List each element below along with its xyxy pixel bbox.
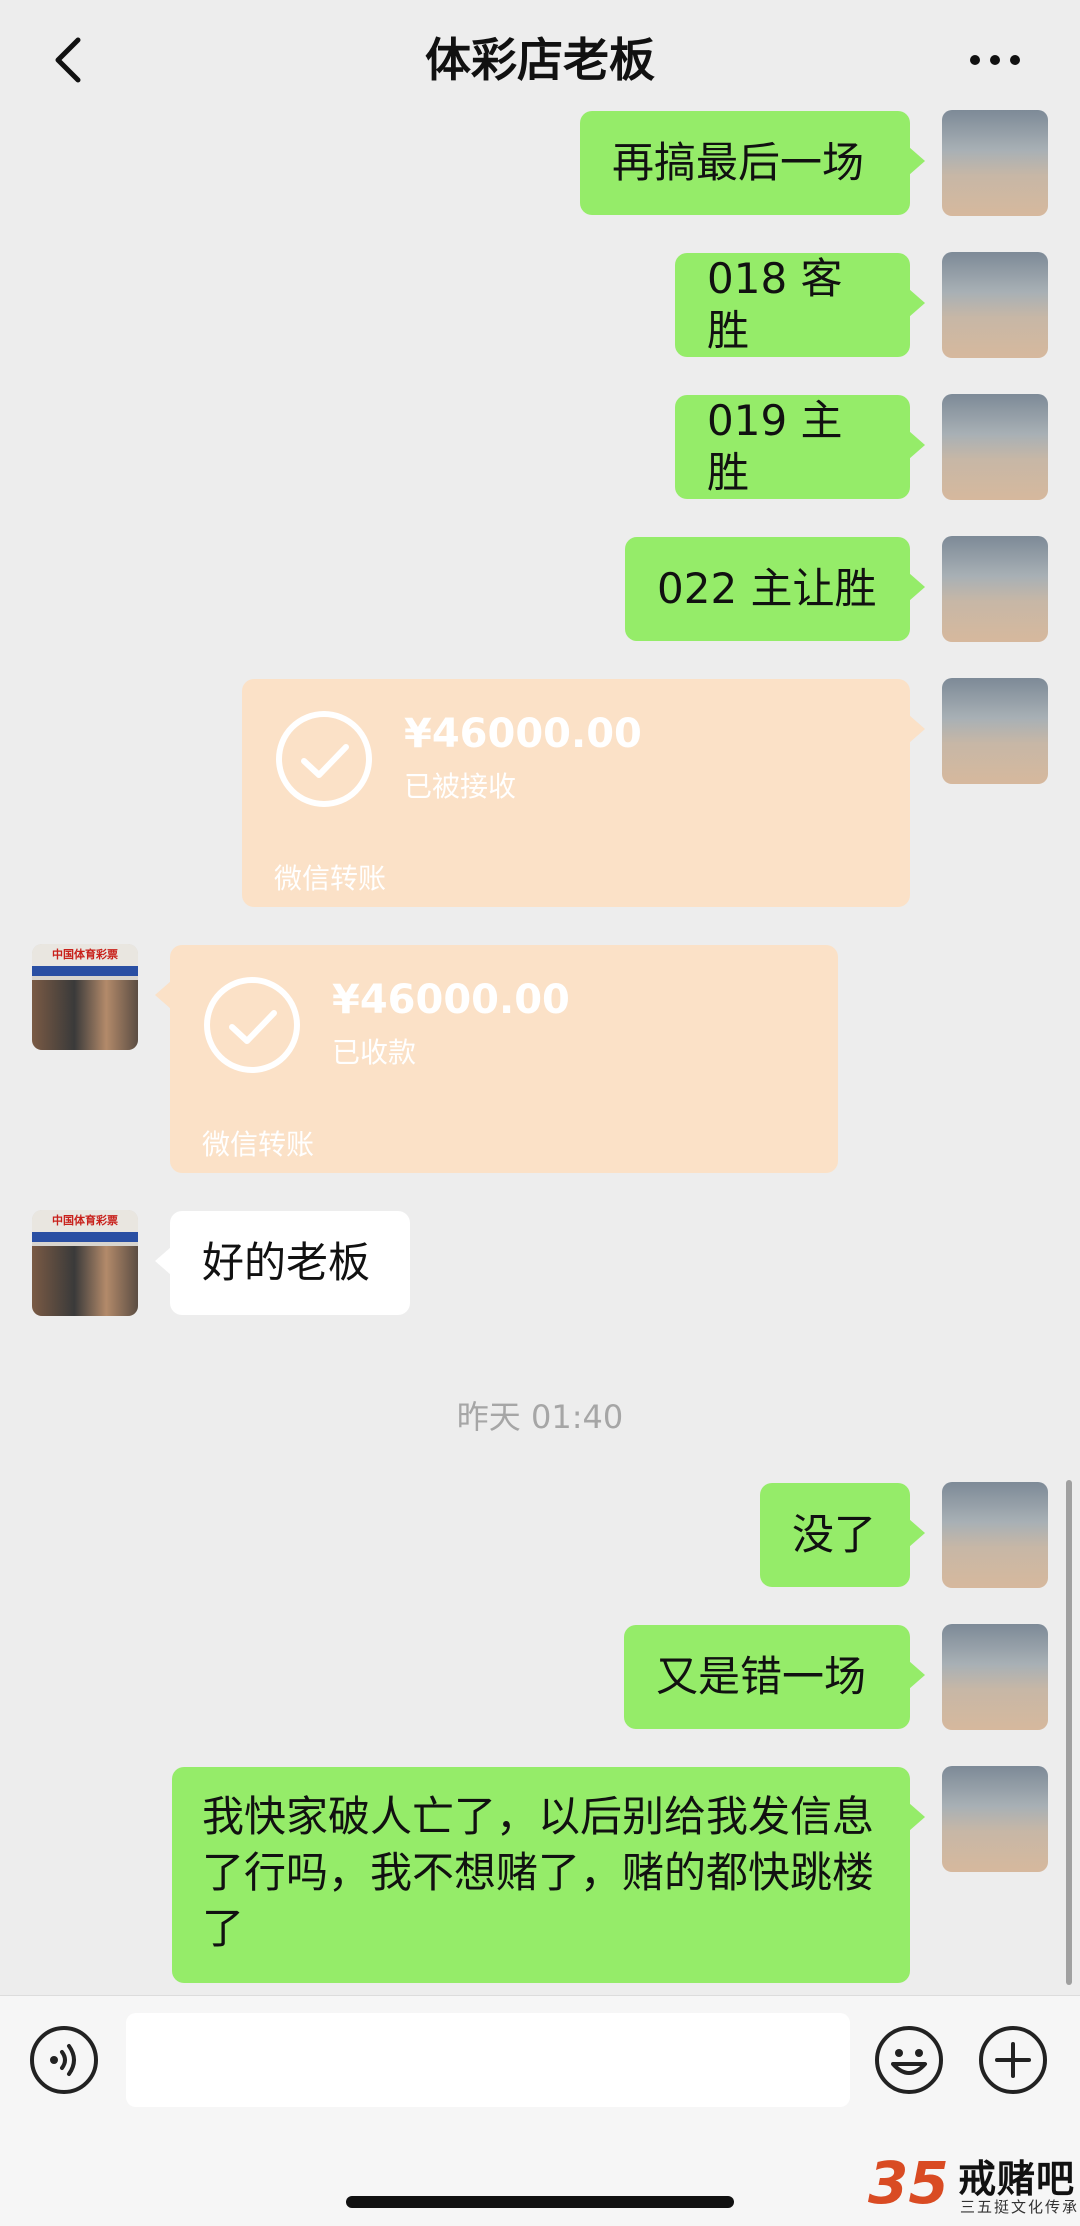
message-text: 又是错一场 — [656, 1652, 867, 1701]
storefront-banner — [32, 966, 138, 976]
contact-avatar[interactable]: 中国体育彩票 — [32, 944, 138, 1050]
message-bubble[interactable]: 019 主胜 — [675, 395, 925, 499]
lottery-sign-text: 中国体育彩票 — [32, 944, 138, 966]
message-input[interactable] — [126, 2013, 850, 2107]
message-text: 好的老板 — [202, 1238, 371, 1287]
emoji-icon[interactable] — [873, 2024, 945, 2096]
transfer-status: 已收款 — [332, 1036, 417, 1069]
message-bubble[interactable]: 好的老板 — [155, 1211, 410, 1315]
my-avatar[interactable] — [942, 1624, 1048, 1730]
my-avatar[interactable] — [942, 110, 1048, 216]
message-text: 022 主让胜 — [657, 564, 877, 613]
message-bubble[interactable]: 又是错一场 — [624, 1625, 925, 1729]
voice-input-icon[interactable] — [28, 2024, 100, 2096]
message-text: 我快家破人亡了，以后别给我发信息了行吗，我不想赌了，赌的都快跳楼了 — [202, 1792, 875, 1953]
my-avatar[interactable] — [942, 252, 1048, 358]
transfer-amount: ¥46000.00 — [332, 977, 570, 1023]
my-avatar[interactable] — [942, 1482, 1048, 1588]
watermark-subtitle: 三五挺文化传承 — [960, 2198, 1080, 2216]
message-bubble[interactable]: 没了 — [760, 1483, 925, 1587]
my-avatar[interactable] — [942, 394, 1048, 500]
my-avatar[interactable] — [942, 1766, 1048, 1872]
storefront-photo — [32, 1246, 138, 1316]
home-indicator — [346, 2196, 734, 2208]
check-circle-icon — [204, 977, 300, 1073]
transfer-label: 微信转账 — [274, 862, 387, 895]
transfer-amount: ¥46000.00 — [404, 711, 642, 757]
message-bubble[interactable]: 我快家破人亡了，以后别给我发信息了行吗，我不想赌了，赌的都快跳楼了 — [172, 1767, 925, 1983]
message-bubble[interactable]: 再搞最后一场 — [580, 111, 925, 215]
my-avatar[interactable] — [942, 536, 1048, 642]
chat-title: 体彩店老板 — [425, 33, 655, 87]
my-avatar[interactable] — [942, 678, 1048, 784]
message-bubble[interactable]: 018 客胜 — [675, 253, 925, 357]
storefront-banner — [32, 1232, 138, 1242]
transfer-label: 微信转账 — [202, 1128, 315, 1161]
transfer-card-sent[interactable]: ¥46000.00 已被接收 微信转账 — [242, 679, 925, 907]
message-bubble[interactable]: 022 主让胜 — [625, 537, 925, 641]
plus-icon[interactable] — [977, 2024, 1049, 2096]
contact-avatar[interactable]: 中国体育彩票 — [32, 1210, 138, 1316]
watermark-name: 戒赌吧 — [958, 2157, 1076, 2201]
lottery-sign-text: 中国体育彩票 — [32, 1210, 138, 1232]
chat-timestamp: 昨天 01:40 — [456, 1398, 624, 1436]
scrollbar[interactable] — [1066, 1480, 1072, 1985]
transfer-status: 已被接收 — [404, 770, 517, 803]
message-text: 018 客胜 — [707, 254, 843, 355]
message-text: 没了 — [792, 1510, 877, 1559]
more-options-icon[interactable] — [965, 40, 1025, 80]
check-circle-icon — [276, 711, 372, 807]
storefront-photo — [32, 980, 138, 1050]
message-text: 019 主胜 — [707, 396, 843, 497]
message-text: 再搞最后一场 — [612, 138, 865, 187]
transfer-card-received[interactable]: ¥46000.00 已收款 微信转账 — [155, 945, 838, 1173]
watermark-logo: 35 — [868, 2149, 949, 2217]
